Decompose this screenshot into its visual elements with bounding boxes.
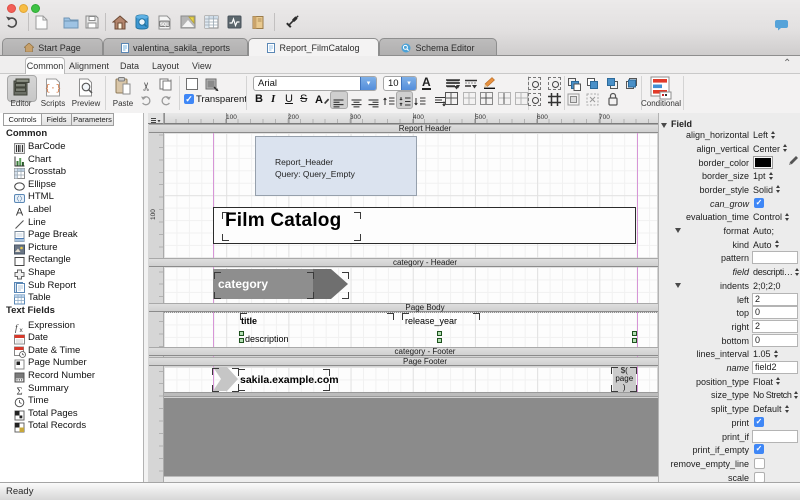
- svg-text:SQL: SQL: [160, 21, 170, 26]
- svg-text:Σ: Σ: [16, 386, 22, 396]
- svg-text:〈〉: 〈〉: [14, 195, 25, 203]
- svg-text:{·}: {·}: [45, 84, 61, 94]
- svg-text:A: A: [315, 94, 323, 106]
- svg-text:f: f: [15, 323, 19, 333]
- svg-text:A: A: [16, 207, 24, 218]
